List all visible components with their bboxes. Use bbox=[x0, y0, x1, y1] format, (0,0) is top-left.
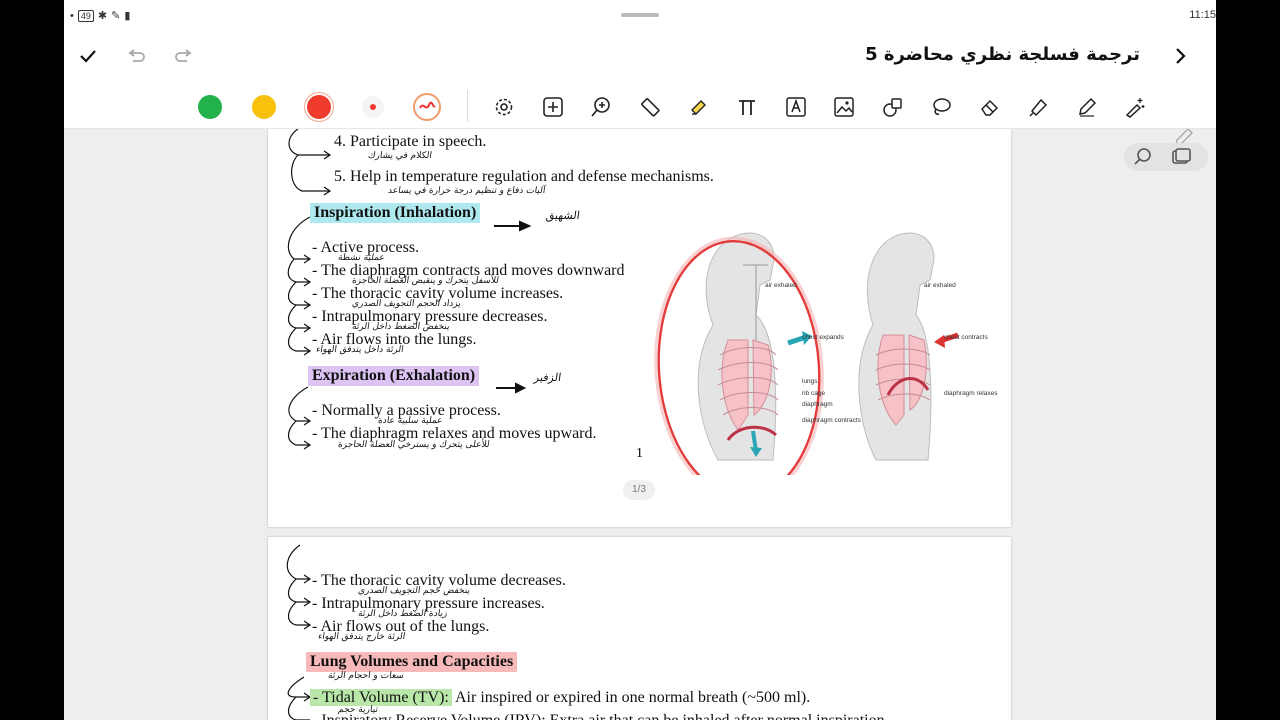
label-air-exhaled-left: air exhaled bbox=[765, 282, 797, 289]
color-swatch bbox=[252, 95, 276, 119]
battery-icon: 49 bbox=[77, 9, 94, 22]
marker-button[interactable] bbox=[1023, 92, 1053, 122]
lung-volumes-heading: Lung Volumes and Capacities bbox=[306, 652, 518, 672]
text-box-icon bbox=[786, 97, 806, 117]
document-title: ترجمة فسلجة نظري محاضرة 5 bbox=[865, 44, 1140, 65]
squiggle-icon bbox=[413, 93, 441, 121]
floating-search-panel bbox=[1124, 143, 1208, 171]
pages-button[interactable] bbox=[1170, 146, 1192, 168]
ruler-icon bbox=[641, 98, 660, 117]
confirm-button[interactable] bbox=[74, 42, 102, 70]
pen-button[interactable] bbox=[1072, 92, 1102, 122]
tidal-volume-label: - Tidal Volume (TV): bbox=[310, 689, 452, 706]
zoom-in-button[interactable] bbox=[586, 92, 616, 122]
inspiration-heading: Inspiration (Inhalation) bbox=[310, 203, 481, 223]
undo-button[interactable] bbox=[122, 42, 150, 70]
handwritten-note: سعات و احجام الرئة bbox=[327, 671, 405, 681]
list-item: 5. Help in temperature regulation and de… bbox=[334, 168, 714, 185]
add-page-icon bbox=[543, 97, 563, 117]
pages-icon bbox=[1172, 148, 1191, 164]
handwritten-note: الرئة خارج يتدفق الهواء bbox=[317, 632, 406, 642]
ruler-button[interactable] bbox=[635, 92, 665, 122]
page-1[interactable]: 4. Participate in speech. الكلام في يشار… bbox=[268, 129, 1011, 527]
label-chest-expands: chest expands bbox=[802, 334, 845, 341]
page-2[interactable]: - The thoracic cavity volume decreases. … bbox=[268, 537, 1011, 720]
redo-icon bbox=[175, 49, 192, 62]
chevron-right-icon bbox=[1176, 48, 1186, 64]
undo-icon bbox=[128, 49, 145, 62]
label-diaphragm-relaxes: diaphragm relaxes bbox=[944, 390, 998, 397]
status-icons: • 49 ✱ ✎ ▮ bbox=[70, 9, 130, 22]
list-item: 4. Participate in speech. bbox=[334, 133, 487, 150]
drag-handle[interactable] bbox=[621, 13, 659, 17]
magic-pen-button[interactable] bbox=[1120, 92, 1150, 122]
phone-icon: ▮ bbox=[124, 10, 131, 22]
lasso-icon bbox=[933, 98, 951, 115]
lasso-button[interactable] bbox=[926, 92, 956, 122]
color-yellow-button[interactable] bbox=[249, 92, 279, 122]
note-app: • 49 ✱ ✎ ▮ 11:15 ترجمة فسلجة نظري محاضرة… bbox=[64, 0, 1216, 720]
status-bar: • 49 ✱ ✎ ▮ 11:15 bbox=[64, 0, 1216, 32]
pen-style-button[interactable] bbox=[412, 92, 442, 122]
label-air-exhaled-right: air exhaled bbox=[924, 282, 956, 289]
settings-button[interactable] bbox=[489, 92, 519, 122]
mute-icon: ✎ bbox=[111, 10, 121, 22]
expiration-heading: Expiration (Exhalation) bbox=[308, 366, 480, 386]
eraser-icon bbox=[981, 99, 999, 116]
tidal-volume-text: Air inspired or expired in one normal br… bbox=[451, 689, 811, 706]
label-diaphragm-contracts: diaphragm contracts bbox=[802, 417, 862, 424]
handwritten-note: للأعلى يتحرك و يسترخي العضلة الحاجزة bbox=[337, 440, 491, 450]
image-button[interactable] bbox=[829, 92, 859, 122]
inspiration-body bbox=[697, 232, 812, 461]
eraser-button[interactable] bbox=[975, 92, 1005, 122]
tidal-volume-line: - Tidal Volume (TV): Air inspired or exp… bbox=[310, 689, 810, 707]
handwritten-note: الزفير bbox=[533, 371, 563, 384]
page-indicator: 1/3 bbox=[623, 480, 655, 500]
search-icon bbox=[1134, 148, 1151, 165]
color-swatch bbox=[198, 95, 222, 119]
clock: 11:15 bbox=[1189, 9, 1216, 21]
marker-icon bbox=[1029, 98, 1048, 117]
color-swatch bbox=[307, 95, 331, 119]
math-pi-icon bbox=[739, 100, 755, 115]
label-lungs: lungs bbox=[802, 378, 818, 385]
search-button[interactable] bbox=[1132, 146, 1154, 168]
label-chest-contracts: chest contracts bbox=[944, 334, 988, 341]
bluetooth-icon: ✱ bbox=[97, 10, 108, 22]
handwritten-note: الكلام في يشارك bbox=[367, 151, 433, 161]
notebook-canvas[interactable]: 4. Participate in speech. الكلام في يشار… bbox=[64, 129, 1216, 720]
color-green-button[interactable] bbox=[195, 92, 225, 122]
image-icon bbox=[834, 97, 854, 117]
handwritten-note: الشهيق bbox=[545, 209, 581, 222]
highlighter-button[interactable] bbox=[683, 92, 713, 122]
math-button[interactable] bbox=[732, 92, 762, 122]
handwritten-note: آليات دفاع و تنظيم درجة حرارة في يساعد bbox=[387, 186, 546, 196]
dot-size-icon bbox=[362, 96, 384, 118]
irv-line: - Inspiratory Reserve Volume (IRV): Extr… bbox=[312, 712, 889, 720]
dot-icon: • bbox=[70, 9, 74, 22]
stroke-size-button[interactable] bbox=[358, 92, 388, 122]
zoom-in-icon bbox=[591, 97, 610, 117]
pen-icon bbox=[1079, 97, 1097, 117]
shapes-icon bbox=[883, 98, 902, 117]
handwritten-note: الرئة داخل يتدفق الهواء bbox=[315, 345, 405, 355]
color-red-button[interactable] bbox=[304, 92, 334, 122]
check-icon bbox=[80, 50, 96, 63]
add-page-button[interactable] bbox=[538, 92, 568, 122]
toolbar-divider bbox=[467, 90, 468, 122]
title-bar: ترجمة فسلجة نظري محاضرة 5 bbox=[64, 34, 1216, 78]
breathing-figure: air exhaled chest expands lungs rib cage… bbox=[654, 232, 998, 475]
shapes-button[interactable] bbox=[878, 92, 908, 122]
magic-pen-icon bbox=[1125, 98, 1145, 118]
label-diaphragm: diaphragm bbox=[802, 401, 833, 408]
toolbar bbox=[64, 84, 1216, 129]
expiration-body bbox=[858, 232, 959, 461]
highlighter-icon bbox=[691, 100, 706, 115]
text-box-button[interactable] bbox=[781, 92, 811, 122]
redo-button[interactable] bbox=[170, 42, 198, 70]
back-button[interactable] bbox=[1166, 42, 1194, 70]
settings-icon bbox=[495, 98, 513, 116]
label-rib-cage: rib cage bbox=[802, 390, 826, 397]
